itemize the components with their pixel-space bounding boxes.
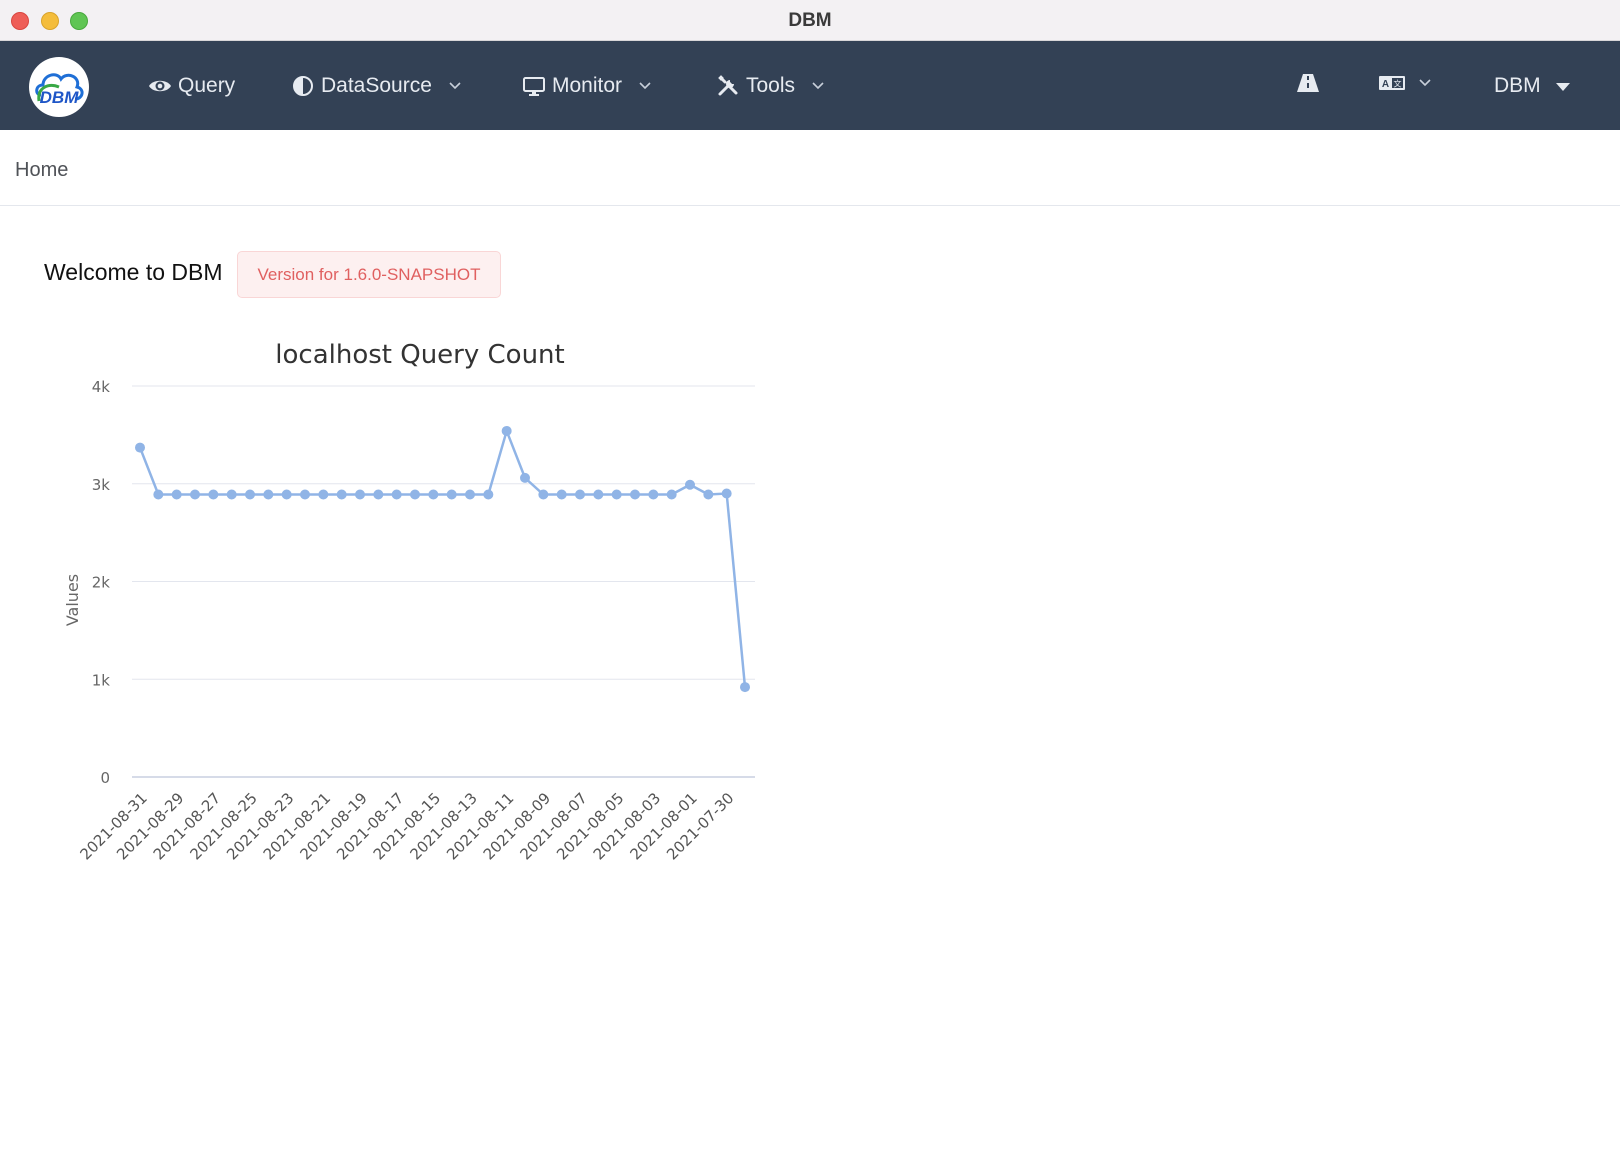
breadcrumb-bar: Home (0, 130, 1620, 206)
data-point[interactable] (391, 489, 402, 500)
data-point[interactable] (483, 489, 494, 500)
data-point[interactable] (281, 489, 292, 500)
nav-monitor-label: Monitor (552, 73, 623, 97)
data-point[interactable] (685, 479, 695, 490)
eye-icon (148, 74, 172, 98)
data-point[interactable] (630, 489, 640, 500)
logo-text: DBM (40, 88, 80, 107)
data-point[interactable] (520, 472, 530, 483)
y-tick-label: 1k (92, 671, 111, 689)
cloud-logo-icon: DBM (35, 73, 84, 107)
data-point[interactable] (538, 489, 549, 500)
version-tag: Version for 1.6.0-SNAPSHOT (237, 251, 501, 298)
top-navbar: DBM Query DataSource Monitor Tools A 文 D… (0, 41, 1620, 130)
data-point[interactable] (226, 489, 237, 500)
series-line (138, 427, 747, 688)
data-point[interactable] (171, 489, 182, 500)
title-bar: DBM (0, 0, 1620, 41)
data-point[interactable] (410, 489, 420, 500)
data-point[interactable] (300, 489, 310, 500)
data-point[interactable] (465, 489, 475, 500)
data-point[interactable] (611, 489, 622, 500)
svg-text:文: 文 (1394, 79, 1402, 89)
data-point[interactable] (208, 489, 219, 500)
data-point[interactable] (593, 489, 604, 500)
y-axis-label: Values (63, 574, 82, 626)
data-point[interactable] (648, 489, 659, 500)
user-menu[interactable]: DBM (1494, 41, 1571, 130)
data-point[interactable] (318, 489, 329, 500)
data-point[interactable] (153, 489, 164, 500)
welcome-text: Welcome to DBM (44, 259, 223, 285)
chevron-down-icon (1418, 76, 1432, 95)
data-point[interactable] (245, 489, 255, 500)
nav-query-label: Query (178, 73, 236, 97)
data-point[interactable] (336, 489, 347, 500)
nav-query[interactable]: Query (148, 41, 235, 130)
window-title: DBM (788, 10, 832, 31)
y-tick-label: 0 (100, 769, 110, 787)
chart-svg: localhost Query Count Values 01k2k3k4k 2… (63, 340, 755, 863)
chevron-down-icon (448, 79, 462, 93)
data-point[interactable] (263, 489, 274, 500)
user-label: DBM (1494, 73, 1541, 97)
data-point[interactable] (135, 442, 145, 453)
dbm-logo[interactable]: DBM (29, 57, 89, 117)
chevron-down-icon (811, 79, 825, 93)
data-point[interactable] (740, 682, 750, 693)
road-button[interactable] (1296, 41, 1320, 130)
nav-monitor[interactable]: Monitor (522, 41, 652, 130)
nav-tools-label: Tools (746, 73, 796, 97)
data-point[interactable] (703, 489, 714, 500)
data-point[interactable] (446, 489, 457, 500)
y-tick-label: 2k (92, 574, 111, 592)
road-icon (1296, 72, 1320, 99)
data-point[interactable] (428, 489, 439, 500)
data-point[interactable] (373, 489, 384, 500)
y-tick-label: 3k (92, 476, 111, 494)
chart-title: localhost Query Count (275, 340, 564, 370)
translate-icon: A文 (1378, 74, 1406, 97)
data-point[interactable] (501, 425, 512, 436)
language-switcher[interactable]: A文 (1378, 41, 1432, 130)
data-point[interactable] (666, 489, 677, 500)
data-point[interactable] (556, 489, 567, 500)
y-tick-label: 4k (92, 378, 111, 396)
tools-icon (716, 74, 740, 98)
query-count-chart: localhost Query Count Values 0 1k 2k 3k 4k 2… (50, 325, 810, 925)
data-point[interactable] (575, 489, 585, 500)
data-point[interactable] (190, 489, 200, 500)
svg-text:A: A (1382, 79, 1389, 90)
data-point[interactable] (355, 489, 365, 500)
chevron-down-icon (638, 79, 652, 93)
caret-down-icon (1555, 74, 1571, 98)
data-point[interactable] (721, 488, 732, 499)
nav-datasource[interactable]: DataSource (291, 41, 462, 130)
app-window: DBM DBM Query DataSource Monitor Tools A… (0, 0, 1620, 1168)
breadcrumb-home[interactable]: Home (15, 159, 68, 182)
monitor-icon (522, 74, 546, 98)
nav-datasource-label: DataSource (321, 73, 432, 97)
nav-tools[interactable]: Tools (716, 41, 825, 130)
half-circle-icon (291, 74, 315, 98)
